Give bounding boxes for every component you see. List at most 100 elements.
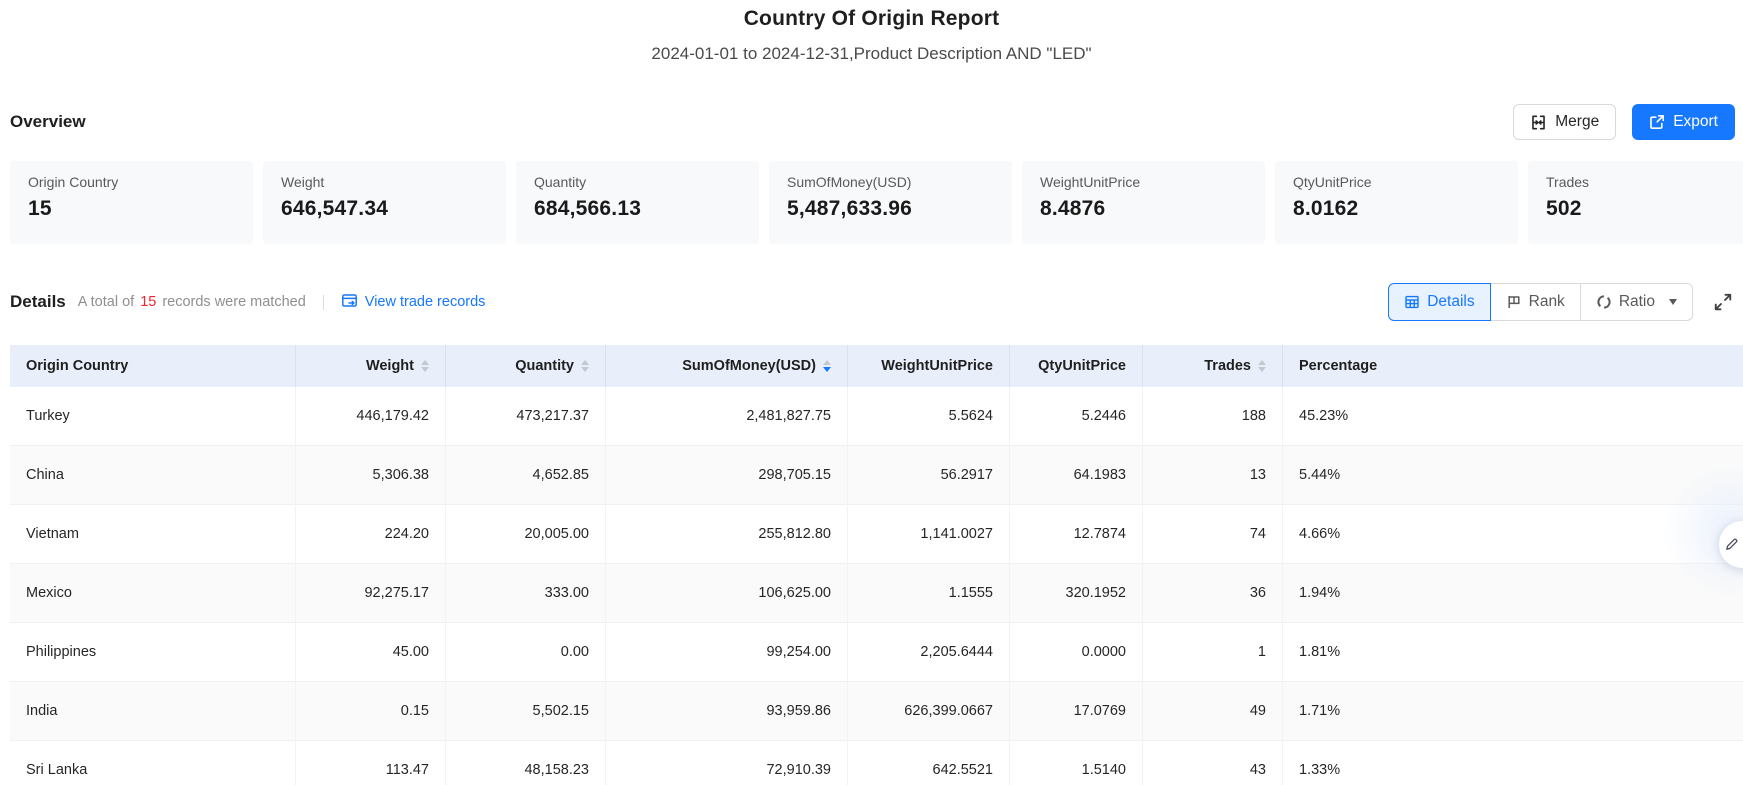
tab-rank[interactable]: Rank <box>1490 283 1581 321</box>
table-cell: 298,705.15 <box>606 446 848 505</box>
table-cell: China <box>10 446 296 505</box>
table-cell: 1.71% <box>1283 682 1743 741</box>
tab-ratio-label: Ratio <box>1619 293 1655 311</box>
table-cell: Turkey <box>10 387 296 446</box>
overview-card: SumOfMoney(USD)5,487,633.96 <box>769 161 1012 244</box>
table-cell: 2,481,827.75 <box>606 387 848 446</box>
details-table-wrap: Origin Country Weight Quantity SumOfMoney(U… <box>10 345 1743 785</box>
column-header-trades[interactable]: Trades <box>1143 345 1283 387</box>
card-value: 8.0162 <box>1293 197 1500 221</box>
column-header-label: SumOfMoney(USD) <box>682 358 816 374</box>
summary-suffix: records were matched <box>162 294 305 310</box>
table-cell: 64.1983 <box>1010 446 1143 505</box>
column-header-weightunitprice: WeightUnitPrice <box>848 345 1010 387</box>
column-header-label: WeightUnitPrice <box>881 358 993 374</box>
column-header-weight[interactable]: Weight <box>296 345 446 387</box>
table-cell: 0.00 <box>446 623 606 682</box>
column-header-label: QtyUnitPrice <box>1038 358 1126 374</box>
table-cell: 1,141.0027 <box>848 505 1010 564</box>
card-label: Quantity <box>534 174 741 190</box>
table-cell: 1.5140 <box>1010 741 1143 785</box>
column-header-label: Percentage <box>1299 358 1377 374</box>
export-button[interactable]: Export <box>1632 104 1735 140</box>
table-cell: 13 <box>1143 446 1283 505</box>
table-cell: 1.1555 <box>848 564 1010 623</box>
card-label: Trades <box>1546 174 1743 190</box>
details-summary: Details A total of 15 records were match… <box>10 292 485 313</box>
table-row: Sri Lanka113.4748,158.2372,910.39642.552… <box>10 741 1743 785</box>
table-cell: Vietnam <box>10 505 296 564</box>
overview-card: QtyUnitPrice 8.0162 <box>1275 161 1518 244</box>
table-row: Vietnam224.2020,005.00255,812.801,141.00… <box>10 505 1743 564</box>
table-row: Philippines45.000.0099,254.002,205.64440… <box>10 623 1743 682</box>
card-value: 5,487,633.96 <box>787 197 994 221</box>
origin-country-table: Origin Country Weight Quantity SumOfMoney(U… <box>10 345 1743 785</box>
column-header-origin-country: Origin Country <box>10 345 296 387</box>
table-cell: 106,625.00 <box>606 564 848 623</box>
overview-cards: Origin Country 15 Weight 646,547.34 Quantity… <box>0 161 1743 244</box>
table-cell: India <box>10 682 296 741</box>
overview-actions: Merge Export <box>1513 104 1735 140</box>
table-cell: 0.0000 <box>1010 623 1143 682</box>
table-cell: 333.00 <box>446 564 606 623</box>
card-label: QtyUnitPrice <box>1293 174 1500 190</box>
vertical-divider <box>323 295 324 310</box>
overview-card: Trades 502 <box>1528 161 1743 244</box>
overview-section-label: Overview <box>10 112 86 132</box>
sort-icon <box>581 360 589 373</box>
table-cell: 17.0769 <box>1010 682 1143 741</box>
merge-button[interactable]: Merge <box>1513 104 1616 140</box>
table-cell: 72,910.39 <box>606 741 848 785</box>
table-cell: 473,217.37 <box>446 387 606 446</box>
table-cell: 2,205.6444 <box>848 623 1010 682</box>
card-value: 684,566.13 <box>534 197 741 221</box>
card-label: WeightUnitPrice <box>1040 174 1247 190</box>
column-header-qtyunitprice: QtyUnitPrice <box>1010 345 1143 387</box>
table-cell: 5.44% <box>1283 446 1743 505</box>
country-of-origin-report-page: Country Of Origin Report 2024-01-01 to 2… <box>0 0 1743 785</box>
table-icon <box>1404 294 1420 310</box>
details-section-label: Details <box>10 292 66 312</box>
table-cell: 45.00 <box>296 623 446 682</box>
view-trade-records-link[interactable]: View trade records <box>341 292 486 313</box>
tab-ratio[interactable]: Ratio <box>1580 283 1693 321</box>
column-header-sumofmoney-usd[interactable]: SumOfMoney(USD) <box>606 345 848 387</box>
table-cell: 92,275.17 <box>296 564 446 623</box>
card-value: 646,547.34 <box>281 197 488 221</box>
table-cell: 36 <box>1143 564 1283 623</box>
rank-icon <box>1506 294 1522 310</box>
table-cell: 5.2446 <box>1010 387 1143 446</box>
column-header-percentage: Percentage <box>1283 345 1743 387</box>
column-header-quantity[interactable]: Quantity <box>446 345 606 387</box>
table-cell: 1.94% <box>1283 564 1743 623</box>
table-cell: 642.5521 <box>848 741 1010 785</box>
table-cell: 0.15 <box>296 682 446 741</box>
tab-details[interactable]: Details <box>1388 283 1490 321</box>
table-row: Mexico92,275.17333.00106,625.001.1555320… <box>10 564 1743 623</box>
card-value: 502 <box>1546 197 1743 221</box>
trade-records-icon <box>341 292 358 313</box>
details-bar: Details A total of 15 records were match… <box>0 283 1743 321</box>
sort-icon <box>823 360 831 373</box>
fullscreen-icon[interactable] <box>1713 292 1733 312</box>
column-header-label: Origin Country <box>26 358 128 374</box>
table-cell: 93,959.86 <box>606 682 848 741</box>
table-row: Turkey446,179.42473,217.372,481,827.755.… <box>10 387 1743 446</box>
table-row: India0.155,502.1593,959.86626,399.066717… <box>10 682 1743 741</box>
table-cell: Mexico <box>10 564 296 623</box>
table-cell: 48,158.23 <box>446 741 606 785</box>
card-label: Weight <box>281 174 488 190</box>
view-trade-records-label: View trade records <box>365 294 486 310</box>
sort-icon <box>421 360 429 373</box>
table-cell: 224.20 <box>296 505 446 564</box>
overview-card: WeightUnitPrice8.4876 <box>1022 161 1265 244</box>
sort-icon <box>1258 360 1266 373</box>
table-header-row: Origin Country Weight Quantity SumOfMoney(U… <box>10 345 1743 387</box>
pen-icon <box>1724 537 1739 552</box>
table-cell: 626,399.0667 <box>848 682 1010 741</box>
column-header-label: Weight <box>366 358 414 374</box>
card-label: Origin Country <box>28 174 235 190</box>
tab-rank-label: Rank <box>1529 293 1565 311</box>
card-value: 15 <box>28 197 235 221</box>
export-button-label: Export <box>1673 114 1718 130</box>
